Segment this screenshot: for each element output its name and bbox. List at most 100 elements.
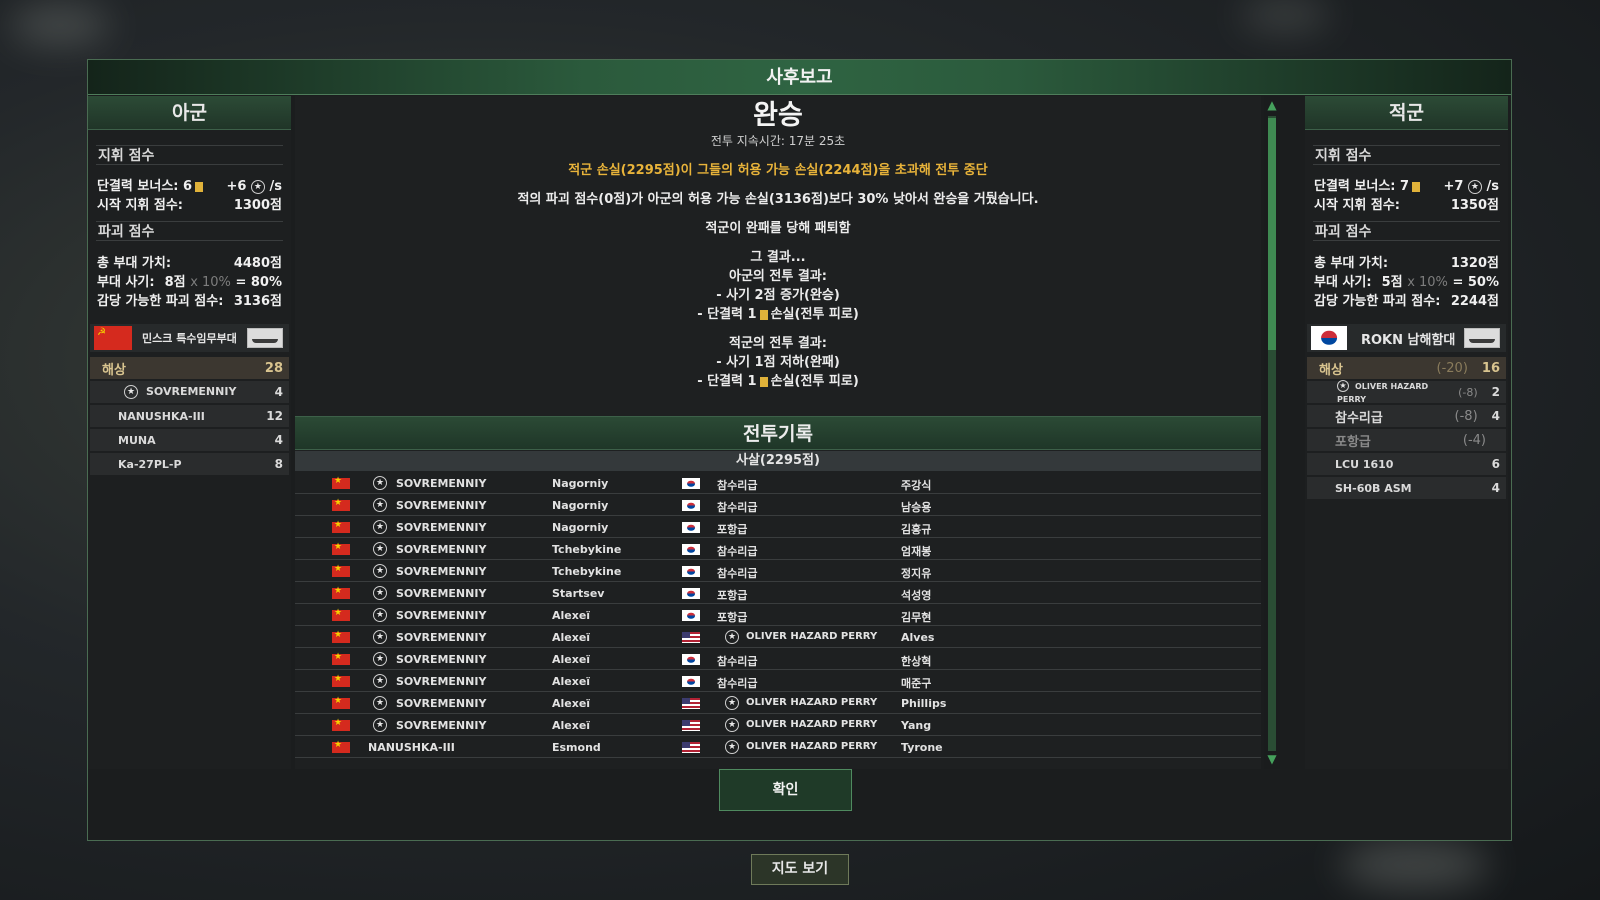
target-crew: 김홍규 [901, 523, 932, 536]
target-crew: 매준구 [901, 677, 932, 690]
enemy-unit-count-4: 4 [1491, 481, 1500, 495]
ally-total-value: 4480점 [233, 256, 282, 271]
ally-cohesion-unit: /s [269, 179, 283, 194]
attacker-unit: SOVREMENNIY [396, 499, 487, 512]
scroll-thumb[interactable] [1268, 118, 1276, 350]
attacker-crew: Startsev [552, 587, 605, 600]
ship-icon [1464, 328, 1500, 348]
ally-unit-row[interactable]: NANUSHKA-III 12 [90, 405, 289, 427]
ally-cohesion-post: 손실(전투 피로) [770, 307, 859, 322]
target-unit: 참수리급 [717, 655, 758, 668]
korea-flag-icon [682, 522, 700, 533]
kill-row[interactable]: ★ SOVREMENNIY Tchebykine 참수리급 정지유 [295, 560, 1261, 582]
ally-title: 아군 [88, 96, 291, 130]
korea-flag-icon [682, 544, 700, 555]
china-flag-icon [332, 476, 350, 489]
enemy-start-command-row: 시작 지휘 점수: 1350점 [1314, 196, 1499, 215]
enemy-bearable-row: 감당 가능한 파괴 점수: 2244점 [1314, 292, 1499, 311]
enemy-unit-name-0: OLIVER HAZARD PERRY [1337, 382, 1429, 404]
target-crew: Alves [901, 631, 935, 644]
kills-header[interactable]: 사살(2295점) [295, 451, 1261, 471]
scroll-down-icon[interactable]: ▼ [1265, 752, 1279, 766]
target-unit: OLIVER HAZARD PERRY [746, 697, 878, 708]
ally-category-value: 28 [264, 360, 283, 376]
elite-star-icon: ★ [373, 498, 387, 512]
enemy-unit-row[interactable]: 포항급 (-4) [1307, 429, 1506, 451]
attacker-crew: Nagorniy [552, 521, 609, 534]
target-unit: 포항급 [717, 523, 748, 536]
ally-unit-banner[interactable]: 민스크 특수임무부대 [90, 324, 289, 352]
enemy-unit-count-1: 4 [1491, 408, 1500, 423]
ally-category-naval[interactable]: 해상 28 [90, 357, 289, 379]
kill-row[interactable]: ★ SOVREMENNIY Nagorniy 참수리급 주강식 [295, 472, 1261, 494]
us-flag-icon [682, 742, 700, 753]
target-unit: OLIVER HAZARD PERRY [746, 741, 878, 752]
enemy-result-head: 적군의 전투 결과: [729, 336, 827, 351]
elite-star-icon: ★ [725, 740, 739, 754]
attacker-unit: SOVREMENNIY [396, 521, 487, 534]
background-blur [1240, 0, 1330, 30]
scroll-up-icon[interactable]: ▲ [1265, 98, 1279, 112]
korea-flag-icon [682, 500, 700, 511]
enemy-category-naval[interactable]: 해상 (-20) 16 [1307, 357, 1506, 379]
ally-unit-row[interactable]: Ka-27PL-P 8 [90, 453, 289, 475]
china-flag-icon [332, 718, 350, 731]
korea-flag-icon [1311, 326, 1347, 350]
ally-start-command-row: 시작 지휘 점수: 1300점 [97, 196, 282, 215]
enemy-cohesion-label: 단결력 보너스: 7 [1314, 179, 1410, 194]
command-star-icon: ★ [250, 179, 265, 194]
attacker-unit: SOVREMENNIY [396, 675, 487, 688]
china-flag-icon [332, 564, 350, 577]
enemy-unit-row[interactable]: LCU 1610 6 [1307, 453, 1506, 475]
target-unit: 참수리급 [717, 479, 758, 492]
ally-morale-label: 부대 사기: [97, 275, 155, 290]
kill-list[interactable]: ★ SOVREMENNIY Nagorniy 참수리급 주강식 ★ SOVREMENNIY N… [295, 472, 1261, 758]
target-crew: Phillips [901, 697, 947, 710]
ally-cohesion-change: - 단결력 1 손실(전투 피로) [295, 305, 1261, 324]
korea-flag-icon [682, 654, 700, 665]
attacker-crew: Alexeï [552, 631, 591, 644]
enemy-destruction-section: 파괴 점수 [1313, 221, 1500, 241]
kill-row[interactable]: ★ SOVREMENNIY Nagorniy 참수리급 남승용 [295, 494, 1261, 516]
enemy-unit-banner[interactable]: ROKN 남해함대 [1307, 324, 1506, 352]
enemy-morale-change: - 사기 1점 저하(완패) [716, 355, 840, 370]
kill-row[interactable]: ★ SOVREMENNIY Alexeï ★ OLIVER HAZARD PERRY Al… [295, 626, 1261, 648]
enemy-unit-row[interactable]: 참수리급 (-8) 4 [1307, 405, 1506, 427]
battle-duration: 전투 지속시간: 17분 25초 [710, 134, 846, 148]
kill-row[interactable]: NANUSHKA-III Esmond ★ OLIVER HAZARD PERRY Ty… [295, 736, 1261, 758]
kill-row[interactable]: ★ SOVREMENNIY Alexeï ★ OLIVER HAZARD PERRY Ya… [295, 714, 1261, 736]
elite-star-icon: ★ [373, 564, 387, 578]
target-crew: Yang [901, 719, 932, 732]
elite-star-icon: ★ [725, 630, 739, 644]
target-crew: 엄재봉 [901, 545, 932, 558]
ally-unit-count-3: 8 [274, 457, 283, 471]
enemy-category-penalty: (-20) [1436, 360, 1468, 376]
attacker-crew: Alexeï [552, 675, 591, 688]
attacker-crew: Alexeï [552, 653, 591, 666]
enemy-unit-row[interactable]: SH-60B ASM 4 [1307, 477, 1506, 499]
attacker-crew: Alexeï [552, 719, 591, 732]
kill-row[interactable]: ★ SOVREMENNIY Alexeï ★ OLIVER HAZARD PERRY Ph… [295, 692, 1261, 714]
elite-star-icon: ★ [725, 696, 739, 710]
enemy-unit-penalty-0: (-8) [1458, 386, 1478, 399]
ally-bearable-label: 감당 가능한 파괴 점수: [97, 294, 224, 309]
ally-morale-mult: x 10% [190, 275, 231, 290]
ally-cohesion-row: 단결력 보너스: 6 +6 ★ /s [97, 177, 282, 196]
enemy-unit-row[interactable]: ★ OLIVER HAZARD PERRY (-8) 2 [1307, 380, 1506, 404]
ally-unit-row[interactable]: ★ SOVREMENNIY 4 [90, 381, 289, 403]
kill-row[interactable]: ★ SOVREMENNIY Startsev 포항급 석성영 [295, 582, 1261, 604]
kill-row[interactable]: ★ SOVREMENNIY Nagorniy 포항급 김홍규 [295, 516, 1261, 538]
log-scrollbar[interactable]: ▲ ▼ [1264, 96, 1280, 769]
kill-row[interactable]: ★ SOVREMENNIY Alexeï 포항급 김무현 [295, 604, 1261, 626]
attacker-unit: SOVREMENNIY [396, 631, 487, 644]
kill-row[interactable]: ★ SOVREMENNIY Alexeï 참수리급 매준구 [295, 670, 1261, 692]
kill-row[interactable]: ★ SOVREMENNIY Tchebykine 참수리급 엄재봉 [295, 538, 1261, 560]
view-map-button[interactable]: 지도 보기 [751, 854, 849, 885]
elite-star-icon: ★ [373, 542, 387, 556]
confirm-button[interactable]: 확인 [719, 769, 852, 811]
result-title: 완승 [753, 100, 803, 131]
ally-unit-row[interactable]: MUNA 4 [90, 429, 289, 451]
elite-star-icon: ★ [373, 674, 387, 688]
kill-row[interactable]: ★ SOVREMENNIY Alexeï 참수리급 한상혁 [295, 648, 1261, 670]
target-unit: 참수리급 [717, 501, 758, 514]
